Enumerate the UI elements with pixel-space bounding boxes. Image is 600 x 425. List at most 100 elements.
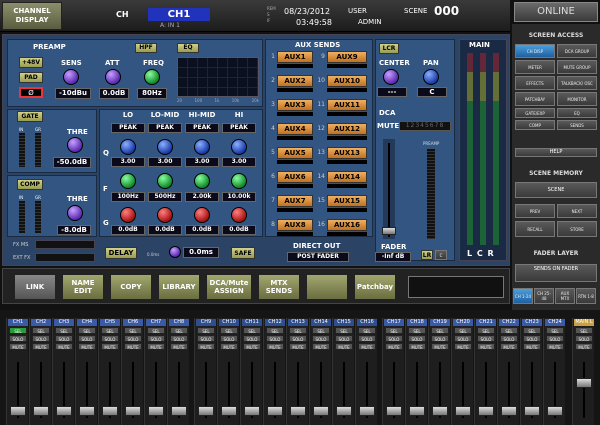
channel-display-button[interactable]: CHANNEL DISPLAY xyxy=(2,2,62,30)
sel-button[interactable]: SEL xyxy=(101,327,119,334)
mute-button[interactable]: MUTE xyxy=(454,343,472,350)
lr-button[interactable]: LR xyxy=(421,250,433,260)
mtx-sends-button[interactable]: MTX SENDS xyxy=(258,274,300,300)
aux-send-10[interactable]: AUX10 xyxy=(327,75,367,87)
help-button[interactable]: HELP xyxy=(515,148,597,157)
mute-button[interactable]: MUTE xyxy=(312,343,330,350)
aux-level-4[interactable] xyxy=(277,136,313,140)
sel-button[interactable]: SEL xyxy=(9,327,27,334)
fader-cap[interactable] xyxy=(221,406,237,416)
eq-f-knob-0[interactable] xyxy=(120,173,136,189)
fader-cap[interactable] xyxy=(313,406,329,416)
comp-thre-knob[interactable] xyxy=(67,205,83,221)
sens-knob[interactable] xyxy=(63,69,79,85)
hpf-button[interactable]: HPF xyxy=(135,43,157,53)
aux-level-8[interactable] xyxy=(277,232,313,236)
gate-button[interactable]: GATE xyxy=(17,111,43,122)
layer-ch1-24[interactable]: CH 1-24 xyxy=(513,288,533,304)
effects-button[interactable]: EFFECTS xyxy=(515,76,555,90)
comp-button[interactable]: COMP xyxy=(515,120,555,130)
sel-button[interactable]: SEL xyxy=(312,327,330,334)
solo-button[interactable]: SOLO xyxy=(220,335,238,342)
fader-cap[interactable] xyxy=(244,406,260,416)
mute-button[interactable]: MUTE xyxy=(477,343,495,350)
layer-rtn1-8[interactable]: RTN 1-8 xyxy=(576,288,596,304)
layer-ch25-48[interactable]: CH 25-48 xyxy=(534,288,554,304)
solo-button[interactable]: SOLO xyxy=(147,335,165,342)
eq-f-knob-2[interactable] xyxy=(194,173,210,189)
delay-knob[interactable] xyxy=(169,246,181,258)
sel-button[interactable]: SEL xyxy=(266,327,284,334)
solo-button[interactable]: SOLO xyxy=(170,335,188,342)
store-button[interactable]: STORE xyxy=(557,221,597,237)
sends-on-fader-button[interactable]: SENDS ON FADER xyxy=(515,264,597,282)
aux-send-11[interactable]: AUX11 xyxy=(327,99,367,111)
patchbay-function-button[interactable]: Patchbay xyxy=(354,274,396,300)
solo-button[interactable]: SOLO xyxy=(408,335,426,342)
solo-button[interactable]: SOLO xyxy=(454,335,472,342)
talkback-osc-button[interactable]: TALKBACK/ OSC xyxy=(557,76,597,90)
sel-button[interactable]: SEL xyxy=(575,327,593,334)
aux-level-6[interactable] xyxy=(277,184,313,188)
aux-send-4[interactable]: AUX4 xyxy=(277,123,313,135)
freq-knob[interactable] xyxy=(144,69,160,85)
aux-send-9[interactable]: AUX9 xyxy=(327,51,367,63)
aux-level-13[interactable] xyxy=(327,160,367,164)
mute-button[interactable]: MUTE xyxy=(170,343,188,350)
monitor-button[interactable]: MONITOR xyxy=(557,92,597,106)
eq-button[interactable]: EQ xyxy=(557,108,597,118)
fader-cap[interactable] xyxy=(148,406,164,416)
fader-cap[interactable] xyxy=(359,406,375,416)
fader-cap[interactable] xyxy=(10,406,26,416)
sel-button[interactable]: SEL xyxy=(78,327,96,334)
aux-level-14[interactable] xyxy=(327,184,367,188)
name-edit-button[interactable]: NAME EDIT xyxy=(62,274,104,300)
recall-button[interactable]: RECALL xyxy=(515,221,555,237)
solo-button[interactable]: SOLO xyxy=(312,335,330,342)
solo-button[interactable]: SOLO xyxy=(266,335,284,342)
dca-mute-groups[interactable]: 12345678 xyxy=(399,121,451,131)
fader-cap[interactable] xyxy=(576,378,592,388)
mute-button[interactable]: MUTE xyxy=(243,343,261,350)
phase-button[interactable]: Ø xyxy=(19,87,43,98)
solo-button[interactable]: SOLO xyxy=(477,335,495,342)
solo-button[interactable]: SOLO xyxy=(335,335,353,342)
sel-button[interactable]: SEL xyxy=(385,327,403,334)
aux-send-2[interactable]: AUX2 xyxy=(277,75,313,87)
mute-button[interactable]: MUTE xyxy=(408,343,426,350)
sel-button[interactable]: SEL xyxy=(147,327,165,334)
sel-button[interactable]: SEL xyxy=(500,327,518,334)
channel-fader-cap[interactable] xyxy=(382,227,396,235)
prev-button[interactable]: PREV xyxy=(515,204,555,218)
eq-toggle[interactable]: EQ xyxy=(177,43,199,53)
next-button[interactable]: NEXT xyxy=(557,204,597,218)
phantom-48v-button[interactable]: +48V xyxy=(19,57,43,68)
copy-button[interactable]: COPY xyxy=(110,274,152,300)
dca-group-button[interactable]: DCA GROUP xyxy=(557,44,597,58)
fader-cap[interactable] xyxy=(171,406,187,416)
layer-aux-mtx[interactable]: AUX MTX xyxy=(555,288,575,304)
eq-band-type-1[interactable]: PEAK xyxy=(148,123,182,133)
library-button[interactable]: LIBRARY xyxy=(158,274,200,300)
solo-button[interactable]: SOLO xyxy=(385,335,403,342)
eq-q-knob-2[interactable] xyxy=(194,139,210,155)
mute-button[interactable]: MUTE xyxy=(500,343,518,350)
aux-level-16[interactable] xyxy=(327,232,367,236)
aux-send-8[interactable]: AUX8 xyxy=(277,219,313,231)
sel-button[interactable]: SEL xyxy=(358,327,376,334)
solo-button[interactable]: SOLO xyxy=(101,335,119,342)
aux-send-12[interactable]: AUX12 xyxy=(327,123,367,135)
solo-button[interactable]: SOLO xyxy=(78,335,96,342)
fx-ms-slot[interactable] xyxy=(35,240,95,249)
gate-thre-knob[interactable] xyxy=(67,137,83,153)
online-button[interactable]: ONLINE xyxy=(514,2,598,22)
aux-level-12[interactable] xyxy=(327,136,367,140)
fader-cap[interactable] xyxy=(290,406,306,416)
sel-button[interactable]: SEL xyxy=(243,327,261,334)
mute-button[interactable]: MUTE xyxy=(546,343,564,350)
direct-out-value[interactable]: POST FADER xyxy=(287,252,349,262)
mute-button[interactable]: MUTE xyxy=(335,343,353,350)
mute-button[interactable]: MUTE xyxy=(220,343,238,350)
eq-band-type-2[interactable]: PEAK xyxy=(185,123,219,133)
mute-button[interactable]: MUTE xyxy=(101,343,119,350)
